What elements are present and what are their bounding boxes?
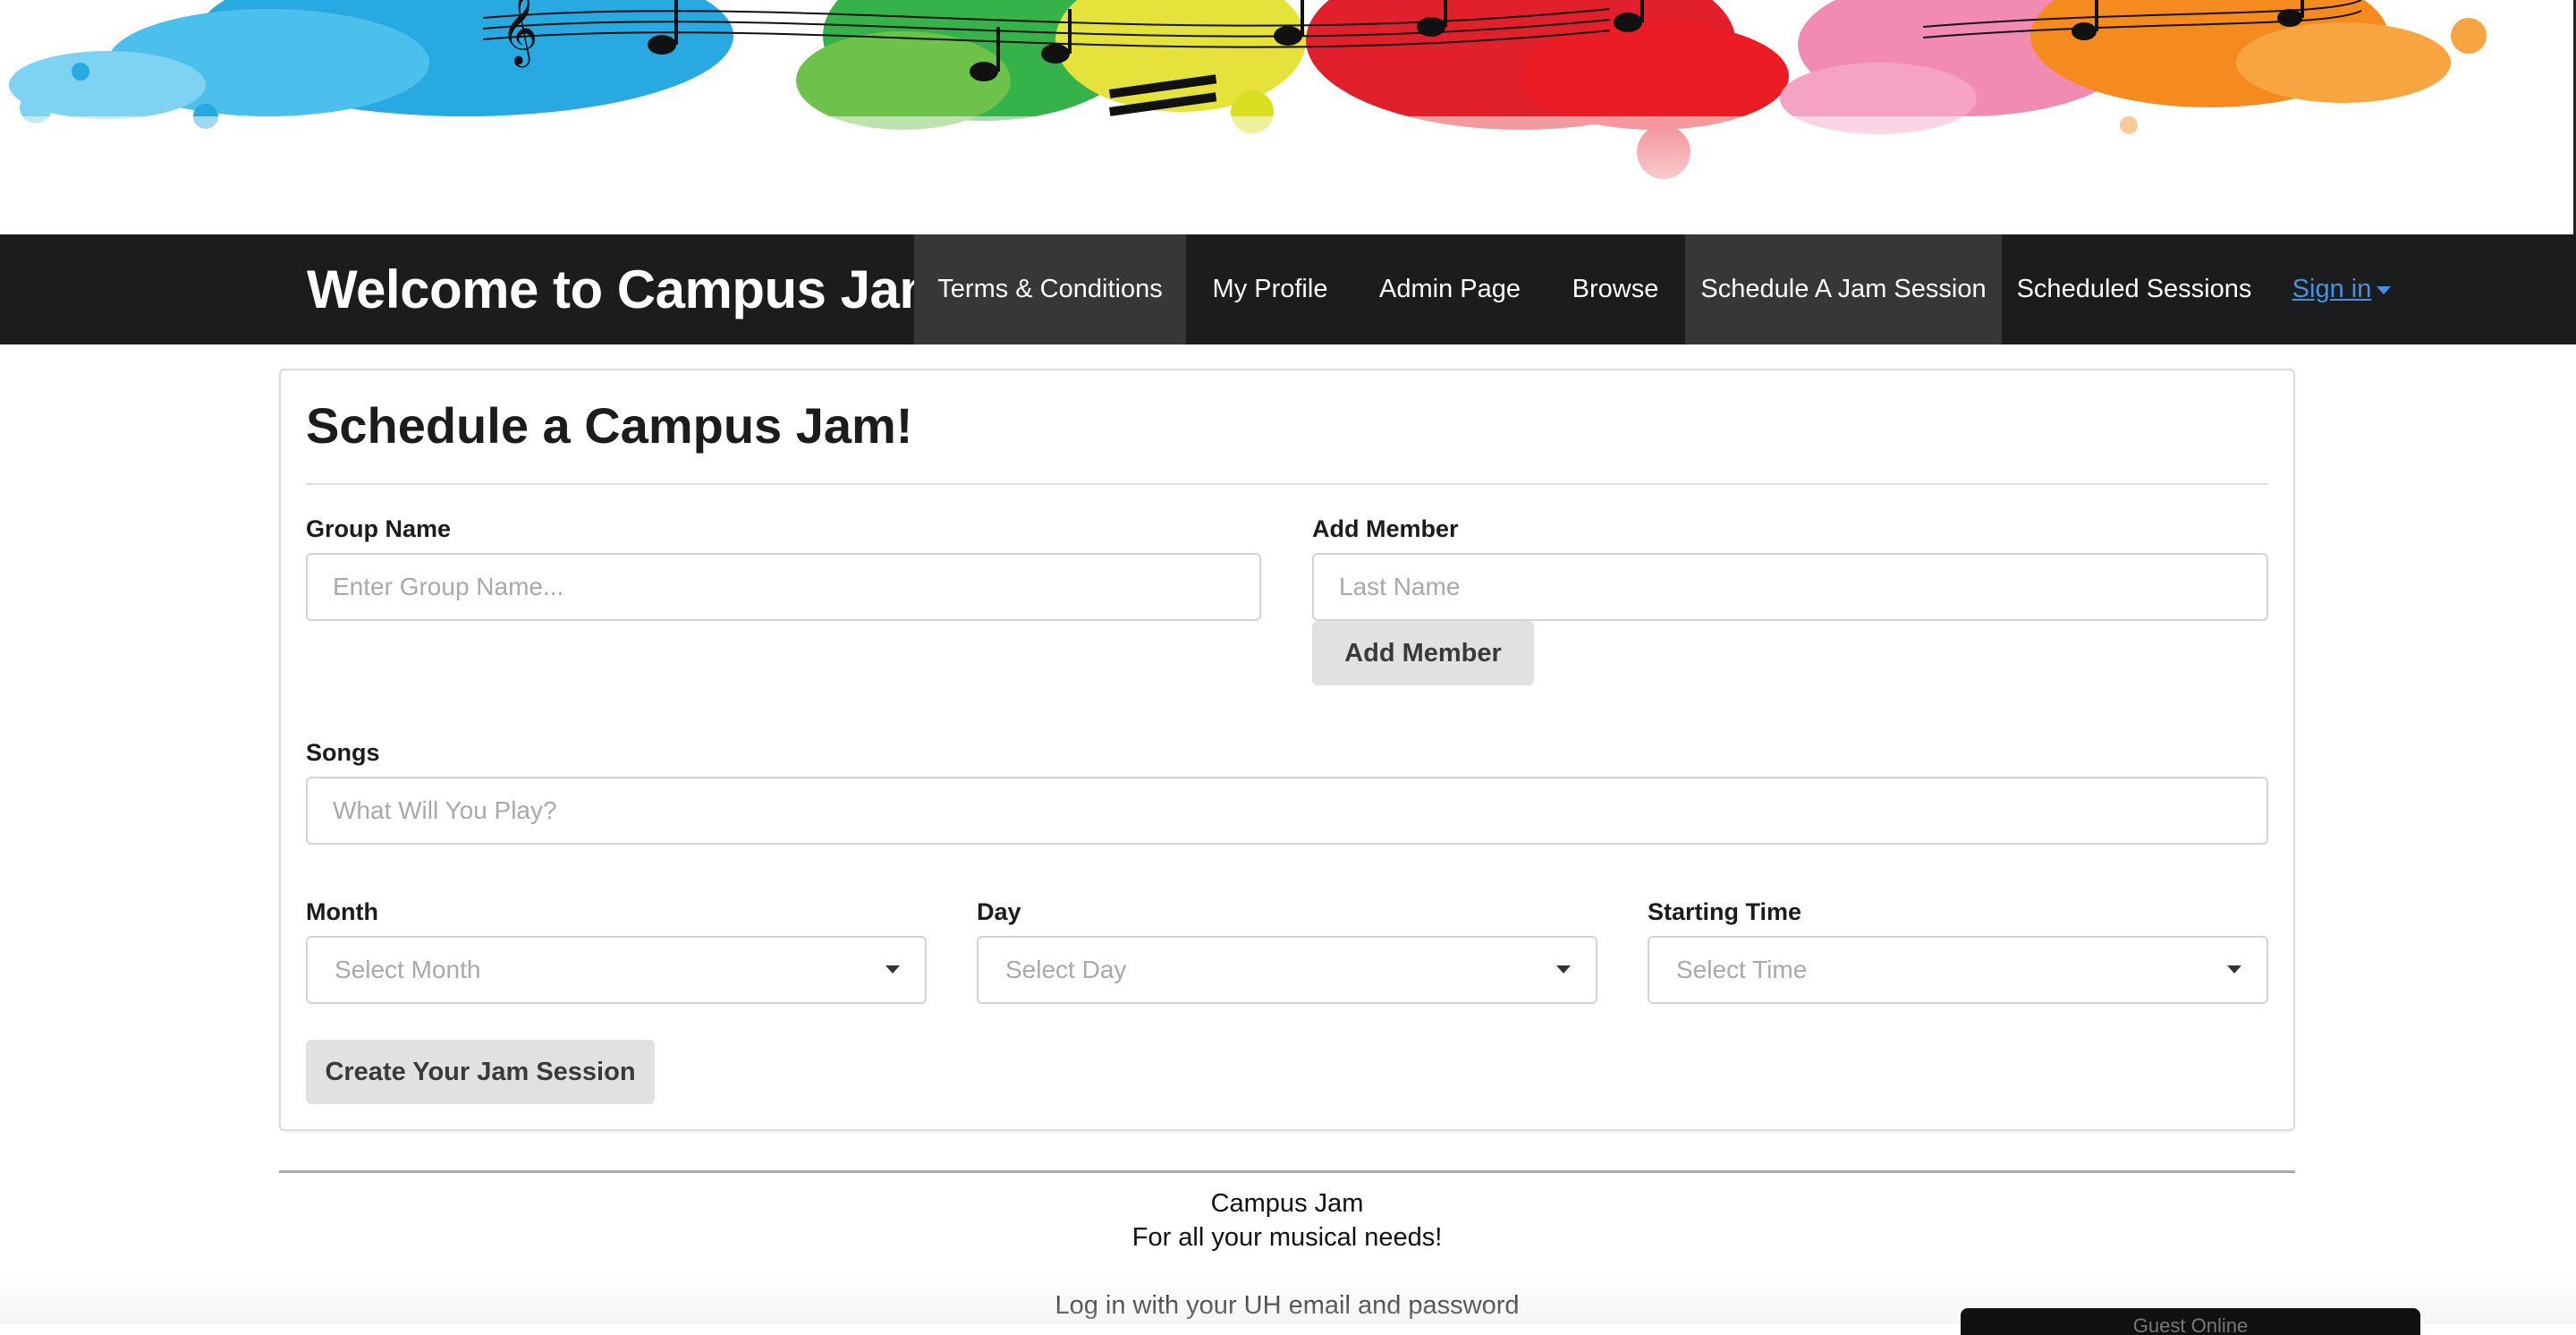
time-select-value: Select Time — [1676, 956, 1808, 983]
signin-dropdown[interactable]: Sign in — [2283, 234, 2401, 344]
chat-widget-label: Guest Online — [2132, 1314, 2249, 1335]
month-select[interactable]: Select Month — [306, 936, 927, 1004]
songs-label: Songs — [306, 739, 380, 766]
nav-terms-conditions[interactable]: Terms & Conditions — [914, 234, 1186, 344]
month-label: Month — [306, 898, 378, 925]
banner-image: 𝄞 — [0, 0, 2576, 234]
brand-title[interactable]: Welcome to Campus Jam! — [307, 234, 964, 344]
member-last-name-input[interactable] — [1312, 553, 2268, 621]
footer-tagline: For all your musical needs! — [1131, 1223, 1443, 1252]
starting-time-label: Starting Time — [1648, 898, 1802, 925]
music-paint-splash-icon: 𝄞 — [0, 0, 2576, 234]
chat-widget-tab[interactable]: Guest Online — [1961, 1308, 2420, 1335]
dropdown-caret-icon — [2227, 965, 2241, 974]
footer-site-name: Campus Jam — [1210, 1189, 1364, 1218]
title-divider — [306, 483, 2268, 485]
signin-label[interactable]: Sign in — [2292, 275, 2372, 303]
nav-my-profile[interactable]: My Profile — [1186, 234, 1354, 344]
day-select-value: Select Day — [1005, 956, 1127, 983]
group-name-label: Group Name — [306, 515, 452, 542]
add-member-button[interactable]: Add Member — [1312, 621, 1534, 685]
create-jam-session-button[interactable]: Create Your Jam Session — [306, 1040, 655, 1104]
add-member-label: Add Member — [1312, 515, 1459, 542]
day-select[interactable]: Select Day — [977, 936, 1597, 1004]
caret-down-icon — [2377, 285, 2392, 294]
month-select-value: Select Month — [335, 956, 481, 983]
group-name-input[interactable] — [306, 553, 1261, 621]
nav-admin-page[interactable]: Admin Page — [1354, 234, 1546, 344]
dropdown-caret-icon — [1556, 965, 1571, 974]
songs-input[interactable] — [306, 777, 2268, 845]
day-label: Day — [977, 898, 1021, 925]
nav-scheduled-sessions[interactable]: Scheduled Sessions — [2002, 234, 2267, 344]
footer-divider — [279, 1170, 2295, 1173]
dropdown-caret-icon — [886, 965, 900, 974]
nav-browse[interactable]: Browse — [1546, 234, 1685, 344]
page-title: Schedule a Campus Jam! — [306, 397, 913, 454]
nav-schedule-jam-session[interactable]: Schedule A Jam Session — [1685, 234, 2002, 344]
time-select[interactable]: Select Time — [1648, 936, 2268, 1004]
top-navbar: Welcome to Campus Jam! Terms & Condition… — [0, 234, 2576, 344]
